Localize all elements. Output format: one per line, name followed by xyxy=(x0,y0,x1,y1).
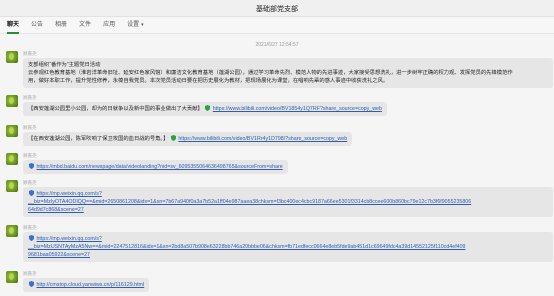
message-link[interactable]: https://mp.weixin.qq.com/s? xyxy=(36,191,101,197)
tab-label: 公告 xyxy=(31,21,44,28)
tab-label: 聊天 xyxy=(7,21,20,28)
shield-icon xyxy=(29,235,34,241)
message-link[interactable]: 64d9d7c868&scene=27 xyxy=(28,207,84,213)
message-link[interactable]: https://mbd.baidu.com/newspage/data/vide… xyxy=(36,164,282,170)
sender-name: 顾嘉尧 xyxy=(23,271,37,276)
tab-album[interactable]: 相册 xyxy=(55,17,67,34)
message-text: 【西安莲湖公园里小公园，却为的日就争以及新中国的事业做出了大贡献】 xyxy=(28,106,203,112)
tab-chat[interactable]: 聊天 xyxy=(7,17,20,34)
tab-bar: 聊天 公告 相册 文件 应用 设置 ▾ xyxy=(0,17,554,34)
message-bubble[interactable]: 【在西安莲湖公园，陈军吹响了保卫攻国的血日战的号角。】 https://www.… xyxy=(23,132,353,146)
tab-apps[interactable]: 应用 xyxy=(103,17,115,34)
message-bubble[interactable]: https://mp.weixin.qq.com/s? __biz=MzIyOT… xyxy=(23,187,553,217)
avatar[interactable] xyxy=(6,225,18,237)
tab-settings[interactable]: 设置 ▾ xyxy=(127,17,144,34)
avatar[interactable] xyxy=(6,271,18,283)
tab-announcement[interactable]: 公告 xyxy=(31,17,43,34)
sender-name: 顾嘉尧 xyxy=(23,95,37,100)
shield-icon xyxy=(29,163,34,169)
shield-icon xyxy=(205,105,211,111)
message-link[interactable]: https://www.bilibili.com/video/BV1Rr4y1D… xyxy=(178,136,347,142)
message-link[interactable]: http://cmstop.cloud.yanwiws.cn/p/116129.… xyxy=(36,282,144,288)
tab-label: 文件 xyxy=(79,21,92,28)
message-link[interactable]: 9681baa05922&scene=27 xyxy=(28,252,90,258)
tab-label: 相册 xyxy=(55,21,68,28)
message-bubble[interactable]: http://cmstop.cloud.yanwiws.cn/p/116129.… xyxy=(23,278,150,292)
message-link[interactable]: https://mp.weixin.qq.com/s? xyxy=(36,236,101,242)
avatar[interactable] xyxy=(6,180,18,192)
tab-label: 设置 xyxy=(127,21,140,28)
tab-files[interactable]: 文件 xyxy=(79,17,91,34)
avatar[interactable] xyxy=(6,125,18,137)
message-bubble[interactable]: https://mp.weixin.qq.com/s? __biz=MzUSNT… xyxy=(23,232,553,262)
message-line: 云参观红色教育基地（淮岩洋革命旧址、延安红色家风馆）和廉洁文化教育基地（莲湖公园… xyxy=(28,70,513,76)
tab-label: 应用 xyxy=(103,21,116,28)
window-title: 基础部党支部 xyxy=(256,6,298,13)
avatar[interactable] xyxy=(6,51,18,63)
title-bar: 基础部党支部 xyxy=(0,0,554,17)
message-bubble[interactable]: https://mbd.baidu.com/newspage/data/vide… xyxy=(23,160,288,174)
message-link[interactable]: https://www.bilibili.com/video/BV1854y1Q… xyxy=(213,106,382,112)
sender-name: 顾嘉尧 xyxy=(23,225,37,230)
message-timestamp: 2021/6/27 12:54:57 xyxy=(255,42,299,48)
sender-name: 顾嘉尧 xyxy=(23,125,37,130)
message-bubble[interactable]: 【西安莲湖公园里小公园，却为的日就争以及新中国的事业做出了大贡献】 https:… xyxy=(23,102,387,116)
message-line: 支部组织“番作为”主题党日活动 xyxy=(28,62,101,68)
message-text: 【在西安莲湖公园，陈军吹响了保卫攻国的血日战的号角。】 xyxy=(28,136,169,142)
message-line: 用，做好本职工作，提升党性修养，永葆自我党员。本次党员活动日要在把历史展化为教材… xyxy=(28,78,389,84)
sender-name: 顾嘉尧 xyxy=(23,51,37,56)
shield-icon xyxy=(29,190,34,196)
avatar[interactable] xyxy=(6,95,18,107)
sender-name: 顾嘉尧 xyxy=(23,153,37,158)
avatar[interactable] xyxy=(6,153,18,165)
chevron-down-icon: ▾ xyxy=(141,21,144,28)
message-link[interactable]: __biz=MzIyOTA4ODIQQ==&mid=2650861208&idx… xyxy=(28,199,471,205)
shield-icon xyxy=(170,135,176,141)
message-link[interactable]: __biz=MzUSNTAyMzA5Nw==&mid=2247512816&id… xyxy=(28,244,466,250)
sender-name: 顾嘉尧 xyxy=(23,180,37,185)
shield-icon xyxy=(29,281,34,287)
chat-area[interactable]: 2021/6/27 12:54:57 顾嘉尧 支部组织“番作为”主题党日活动 云… xyxy=(0,35,554,296)
message-bubble[interactable]: 支部组织“番作为”主题党日活动 云参观红色教育基地（淮岩洋革命旧址、延安红色家风… xyxy=(23,58,553,88)
